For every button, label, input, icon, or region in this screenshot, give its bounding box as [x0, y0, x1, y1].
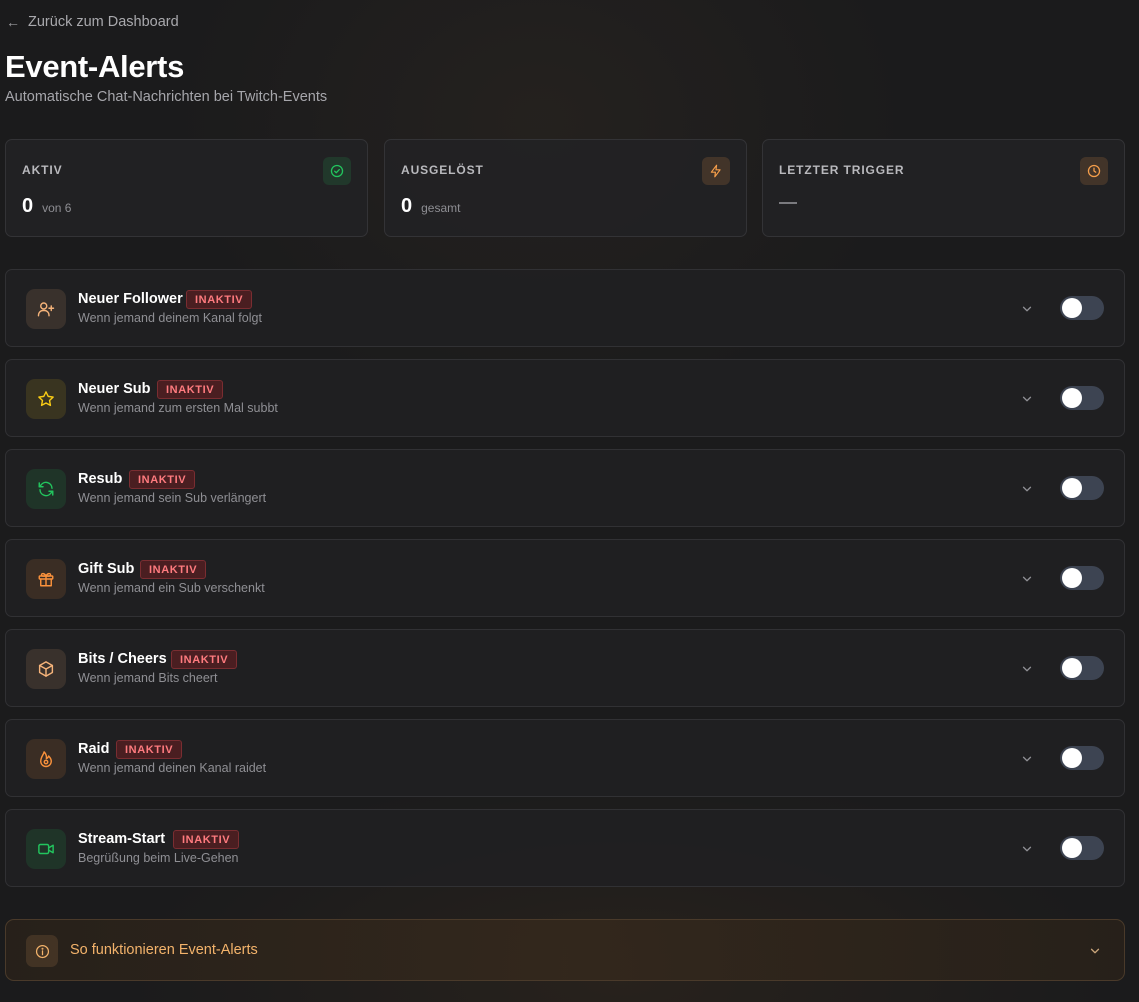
status-badge: INAKTIV — [140, 560, 207, 579]
alert-description: Wenn jemand Bits cheert — [78, 671, 218, 685]
refresh-icon — [26, 469, 66, 509]
alert-description: Begrüßung beim Live-Gehen — [78, 851, 239, 865]
info-icon — [26, 935, 58, 967]
stat-card-active: AKTIV 0 von 6 — [5, 139, 368, 237]
alert-name: Resub — [78, 471, 123, 487]
toggle-knob — [1062, 298, 1082, 318]
check-circle-icon — [323, 157, 351, 185]
stat-card-triggered: AUSGELÖST 0 gesamt — [384, 139, 747, 237]
chevron-down-icon[interactable] — [1018, 300, 1036, 318]
user-plus-icon — [26, 289, 66, 329]
alert-toggle[interactable] — [1060, 746, 1104, 770]
page: ← Zurück zum Dashboard Event-Alerts Auto… — [0, 0, 1139, 1002]
video-icon — [26, 829, 66, 869]
clock-icon — [1080, 157, 1108, 185]
alert-name: Neuer Sub — [78, 381, 151, 397]
status-badge: INAKTIV — [171, 650, 238, 669]
chevron-down-icon[interactable] — [1018, 750, 1036, 768]
page-title: Event-Alerts — [5, 49, 185, 84]
chevron-down-icon[interactable] — [1018, 570, 1036, 588]
alert-description: Wenn jemand ein Sub verschenkt — [78, 581, 265, 595]
alert-toggle[interactable] — [1060, 476, 1104, 500]
alert-card-neuer-follower: Neuer Follower INAKTIV Wenn jemand deine… — [5, 269, 1125, 347]
info-accordion[interactable]: So funktionieren Event-Alerts — [5, 919, 1125, 981]
alert-description: Wenn jemand sein Sub verlängert — [78, 491, 267, 505]
star-icon — [26, 379, 66, 419]
toggle-knob — [1062, 568, 1082, 588]
status-badge: INAKTIV — [116, 740, 183, 759]
flame-icon — [26, 739, 66, 779]
alert-toggle[interactable] — [1060, 656, 1104, 680]
status-badge: INAKTIV — [129, 470, 196, 489]
alert-toggle[interactable] — [1060, 566, 1104, 590]
alert-card-stream-start: Stream-Start INAKTIV Begrüßung beim Live… — [5, 809, 1125, 887]
alert-name: Raid — [78, 741, 110, 757]
stat-label: LETZTER TRIGGER — [779, 163, 905, 177]
alert-card-gift-sub: Gift Sub INAKTIV Wenn jemand ein Sub ver… — [5, 539, 1125, 617]
chevron-down-icon[interactable] — [1018, 840, 1036, 858]
alert-description: Wenn jemand deinen Kanal raidet — [78, 761, 267, 775]
stat-number: 0 — [401, 195, 413, 217]
alert-toggle[interactable] — [1060, 296, 1104, 320]
alert-card-resub: Resub INAKTIV Wenn jemand sein Sub verlä… — [5, 449, 1125, 527]
box-icon — [26, 649, 66, 689]
toggle-knob — [1062, 478, 1082, 498]
alert-description: Wenn jemand deinem Kanal folgt — [78, 311, 262, 325]
alert-name: Gift Sub — [78, 561, 135, 577]
stat-label: AKTIV — [22, 163, 63, 177]
stat-number: 0 — [22, 195, 34, 217]
chevron-down-icon[interactable] — [1018, 390, 1036, 408]
alert-card-neuer-sub: Neuer Sub INAKTIV Wenn jemand zum ersten… — [5, 359, 1125, 437]
chevron-down-icon — [1086, 942, 1104, 960]
alert-toggle[interactable] — [1060, 836, 1104, 860]
stat-card-last-trigger: LETZTER TRIGGER — [762, 139, 1125, 237]
status-badge: INAKTIV — [157, 380, 224, 399]
arrow-left-icon: ← — [6, 14, 20, 30]
toggle-knob — [1062, 838, 1082, 858]
status-badge: INAKTIV — [173, 830, 240, 849]
chevron-down-icon[interactable] — [1018, 480, 1036, 498]
toggle-knob — [1062, 658, 1082, 678]
stat-sub: gesamt — [421, 201, 461, 215]
stat-value: 0 von 6 — [22, 195, 71, 218]
alert-card-bits-cheers: Bits / Cheers INAKTIV Wenn jemand Bits c… — [5, 629, 1125, 707]
gift-icon — [26, 559, 66, 599]
back-link-label: Zurück zum Dashboard — [28, 14, 179, 30]
alert-card-raid: Raid INAKTIV Wenn jemand deinen Kanal ra… — [5, 719, 1125, 797]
back-to-dashboard-link[interactable]: ← Zurück zum Dashboard — [6, 14, 179, 30]
toggle-knob — [1062, 748, 1082, 768]
alert-name: Neuer Follower — [78, 291, 183, 307]
alert-name: Bits / Cheers — [78, 651, 167, 667]
page-subtitle: Automatische Chat-Nachrichten bei Twitch… — [5, 89, 328, 105]
alert-description: Wenn jemand zum ersten Mal subbt — [78, 401, 278, 415]
toggle-knob — [1062, 388, 1082, 408]
alert-toggle[interactable] — [1060, 386, 1104, 410]
stat-empty-value — [779, 202, 797, 204]
stat-sub: von 6 — [42, 201, 72, 215]
stat-label: AUSGELÖST — [401, 163, 484, 177]
stat-value: 0 gesamt — [401, 195, 460, 218]
lightning-icon — [702, 157, 730, 185]
chevron-down-icon[interactable] — [1018, 660, 1036, 678]
alert-name: Stream-Start — [78, 831, 166, 847]
status-badge: INAKTIV — [186, 290, 253, 309]
info-label: So funktionieren Event-Alerts — [70, 942, 258, 958]
stats-row: AKTIV 0 von 6 AUSGELÖST 0 gesamt LETZTER… — [5, 139, 1125, 237]
